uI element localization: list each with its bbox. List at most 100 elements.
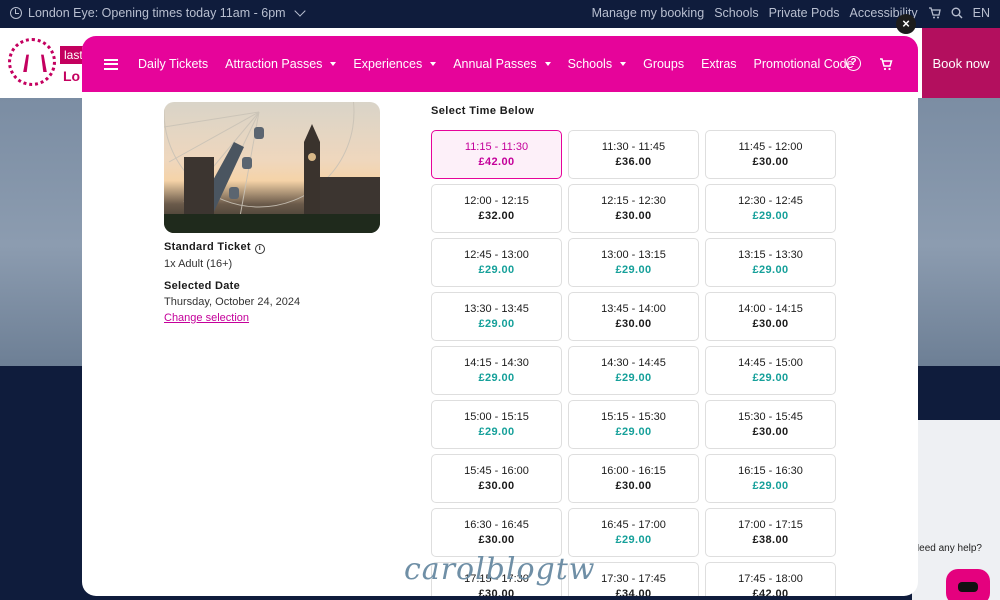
close-modal-button[interactable]: ×: [896, 14, 916, 34]
slot-price: £30.00: [752, 156, 789, 168]
time-slot[interactable]: 15:30 - 15:45 £30.00: [705, 400, 836, 449]
time-slot[interactable]: 15:15 - 15:30 £29.00: [568, 400, 699, 449]
nav-schools[interactable]: Schools: [567, 57, 627, 71]
time-slot[interactable]: 14:45 - 15:00 £29.00: [705, 346, 836, 395]
nav-label: Schools: [567, 57, 613, 71]
nav-label: Attraction Passes: [225, 57, 323, 71]
info-icon[interactable]: i: [254, 244, 265, 254]
caret-down-icon: [430, 62, 437, 66]
chevron-down-icon: [293, 5, 306, 17]
slot-time: 17:30 - 17:45: [601, 573, 666, 585]
menu-icon[interactable]: [104, 58, 118, 70]
nav-experiences[interactable]: Experiences: [353, 57, 437, 71]
slot-time: 14:15 - 14:30: [464, 357, 529, 369]
nav-label: Groups: [643, 57, 685, 71]
private-pods-link[interactable]: Private Pods: [769, 6, 840, 20]
nav-daily-tickets[interactable]: Daily Tickets: [138, 57, 208, 71]
time-slot-grid: 11:15 - 11:30 £42.00 11:30 - 11:45 £36.00 11…: [431, 130, 836, 596]
slot-price: £30.00: [752, 318, 789, 330]
time-slot[interactable]: 11:15 - 11:30 £42.00: [431, 130, 562, 179]
london-eye-photo: [164, 102, 380, 233]
slot-price: £30.00: [478, 480, 515, 492]
slot-time: 16:15 - 16:30: [738, 465, 803, 477]
slot-time: 14:45 - 15:00: [738, 357, 803, 369]
time-slot[interactable]: 14:00 - 14:15 £30.00: [705, 292, 836, 341]
time-slot[interactable]: 16:00 - 16:15 £30.00: [568, 454, 699, 503]
time-slot[interactable]: 13:45 - 14:00 £30.00: [568, 292, 699, 341]
time-slot[interactable]: 15:00 - 15:15 £29.00: [431, 400, 562, 449]
slot-price: £30.00: [615, 210, 652, 222]
time-slot[interactable]: 12:15 - 12:30 £30.00: [568, 184, 699, 233]
slot-price: £42.00: [478, 156, 515, 168]
manage-booking-link[interactable]: Manage my booking: [592, 6, 705, 20]
time-slot[interactable]: 11:30 - 11:45 £36.00: [568, 130, 699, 179]
slot-time: 15:30 - 15:45: [738, 411, 803, 423]
language-selector[interactable]: EN: [973, 6, 990, 20]
slot-time: 14:00 - 14:15: [738, 303, 803, 315]
time-slot[interactable]: 12:45 - 13:00 £29.00: [431, 238, 562, 287]
slot-time: 12:45 - 13:00: [464, 249, 529, 261]
slot-price: £29.00: [615, 534, 652, 546]
slot-price: £42.00: [752, 588, 789, 596]
london-eye-logo-icon[interactable]: [8, 38, 56, 86]
time-slot[interactable]: 13:00 - 13:15 £29.00: [568, 238, 699, 287]
watermark: carolblogtw: [404, 552, 596, 587]
chat-icon[interactable]: [946, 569, 990, 600]
slot-time: 11:30 - 11:45: [601, 141, 666, 153]
slot-price: £30.00: [615, 480, 652, 492]
caret-down-icon: [330, 62, 337, 66]
slot-price: £29.00: [478, 372, 515, 384]
book-now-button[interactable]: Book now: [922, 28, 1000, 98]
slot-time: 12:00 - 12:15: [464, 195, 529, 207]
slot-price: £38.00: [752, 534, 789, 546]
slot-price: £29.00: [615, 264, 652, 276]
time-slot[interactable]: 14:15 - 14:30 £29.00: [431, 346, 562, 395]
slot-price: £29.00: [478, 318, 515, 330]
slot-time: 15:15 - 15:30: [601, 411, 666, 423]
time-slot[interactable]: 16:45 - 17:00 £29.00: [568, 508, 699, 557]
basket-icon[interactable]: [928, 7, 941, 19]
caret-down-icon: [544, 62, 551, 66]
change-selection-link[interactable]: Change selection: [164, 312, 249, 324]
slot-price: £30.00: [752, 426, 789, 438]
schools-link[interactable]: Schools: [714, 6, 758, 20]
selected-date-heading: Selected Date: [164, 280, 241, 292]
nav-groups[interactable]: Groups: [643, 57, 684, 71]
cart-icon[interactable]: [879, 57, 893, 71]
caret-down-icon: [620, 62, 627, 66]
slot-price: £34.00: [615, 588, 652, 596]
help-prompt: Need any help?: [911, 543, 982, 554]
search-icon[interactable]: [951, 7, 963, 19]
slot-price: £32.00: [478, 210, 515, 222]
slot-time: 13:00 - 13:15: [601, 249, 666, 261]
nav-promotional-code[interactable]: Promotional Code: [754, 57, 854, 71]
time-slot[interactable]: 14:30 - 14:45 £29.00: [568, 346, 699, 395]
question-circle-icon[interactable]: ?: [846, 56, 861, 71]
time-slot[interactable]: 12:00 - 12:15 £32.00: [431, 184, 562, 233]
time-slot[interactable]: 17:45 - 18:00 £42.00: [705, 562, 836, 596]
slot-price: £29.00: [615, 426, 652, 438]
time-slot[interactable]: 16:30 - 16:45 £30.00: [431, 508, 562, 557]
slot-time: 12:30 - 12:45: [738, 195, 803, 207]
select-time-heading: Select Time Below: [431, 105, 535, 117]
nav-label: Experiences: [353, 57, 423, 71]
selected-date: Thursday, October 24, 2024: [164, 296, 301, 308]
time-slot[interactable]: 15:45 - 16:00 £30.00: [431, 454, 562, 503]
time-slot[interactable]: 12:30 - 12:45 £29.00: [705, 184, 836, 233]
slot-price: £30.00: [478, 588, 515, 596]
slot-time: 16:45 - 17:00: [601, 519, 666, 531]
time-slot[interactable]: 13:15 - 13:30 £29.00: [705, 238, 836, 287]
nav-label: Annual Passes: [453, 57, 537, 71]
nav-extras[interactable]: Extras: [701, 57, 736, 71]
time-slot[interactable]: 16:15 - 16:30 £29.00: [705, 454, 836, 503]
time-slot[interactable]: 13:30 - 13:45 £29.00: [431, 292, 562, 341]
opening-hours[interactable]: London Eye: Opening times today 11am - 6…: [10, 5, 306, 20]
opening-hours-text: London Eye: Opening times today 11am - 6…: [28, 6, 286, 20]
slot-time: 13:15 - 13:30: [738, 249, 803, 261]
nav-attraction-passes[interactable]: Attraction Passes: [225, 57, 337, 71]
time-slot[interactable]: 11:45 - 12:00 £30.00: [705, 130, 836, 179]
slot-time: 17:45 - 18:00: [738, 573, 803, 585]
slot-time: 16:30 - 16:45: [464, 519, 529, 531]
time-slot[interactable]: 17:00 - 17:15 £38.00: [705, 508, 836, 557]
nav-annual-passes[interactable]: Annual Passes: [453, 57, 551, 71]
